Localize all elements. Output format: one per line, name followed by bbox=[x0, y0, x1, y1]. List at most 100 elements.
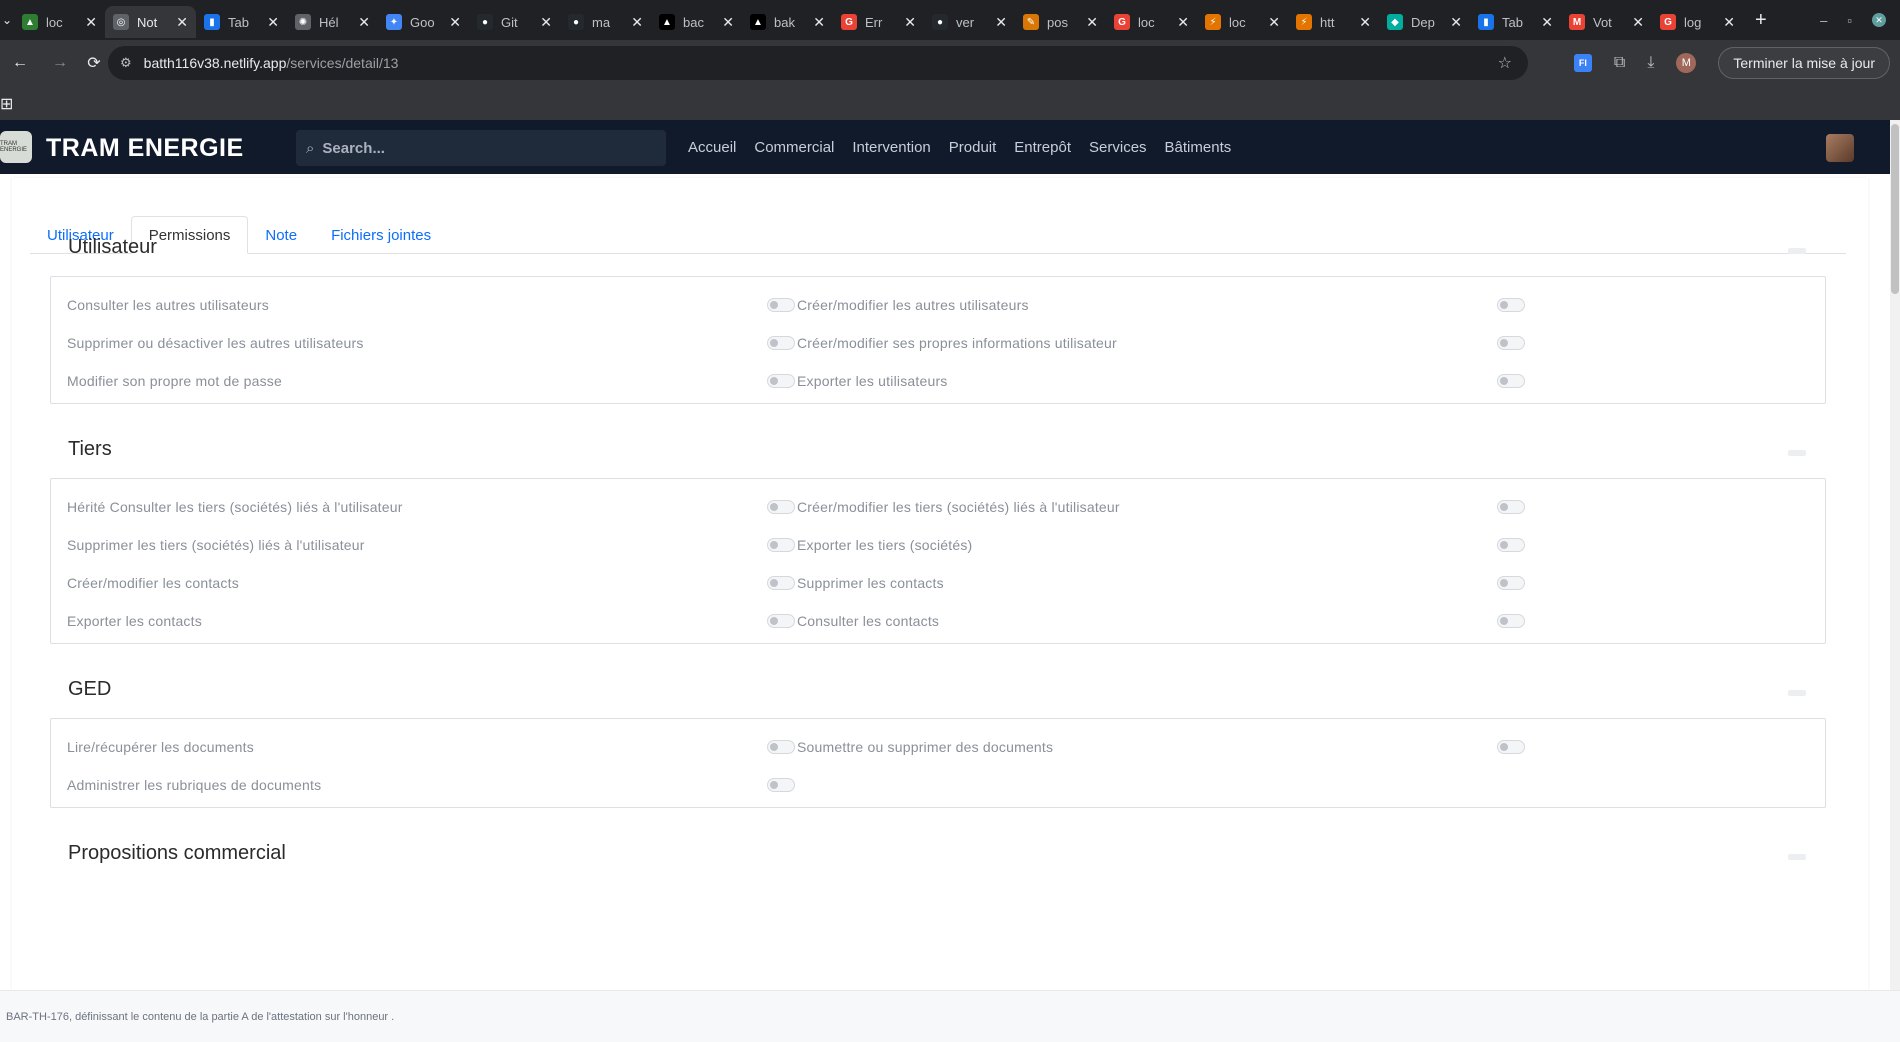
tab-close-icon[interactable]: ✕ bbox=[540, 14, 552, 31]
browser-tab[interactable]: ● ma ✕ bbox=[560, 6, 651, 38]
nav-link[interactable]: Accueil bbox=[688, 139, 736, 156]
tab-close-icon[interactable]: ✕ bbox=[85, 14, 97, 31]
browser-tab[interactable]: ▮ Tab ✕ bbox=[196, 6, 287, 38]
tab-close-icon[interactable]: ✕ bbox=[904, 14, 916, 31]
tab-favicon-icon: ✦ bbox=[386, 14, 402, 30]
nav-link[interactable]: Bâtiments bbox=[1165, 139, 1232, 156]
nav-link[interactable]: Commercial bbox=[754, 139, 834, 156]
brand-logo[interactable]: TRAM ENERGIE bbox=[0, 131, 32, 163]
new-tab-icon[interactable]: + bbox=[1755, 9, 1767, 32]
tab-close-icon[interactable]: ✕ bbox=[1177, 14, 1189, 31]
tab-close-icon[interactable]: ✕ bbox=[449, 14, 461, 31]
tab-title: log bbox=[1684, 14, 1702, 30]
permission-label: Modifier son propre mot de passe bbox=[67, 373, 282, 389]
nav-link[interactable]: Services bbox=[1089, 139, 1147, 156]
tab-close-icon[interactable]: ✕ bbox=[1450, 14, 1462, 31]
tab-close-icon[interactable]: ✕ bbox=[722, 14, 734, 31]
user-avatar[interactable] bbox=[1826, 134, 1854, 162]
page-scrollbar-thumb[interactable] bbox=[1891, 124, 1899, 294]
nav-link[interactable]: Produit bbox=[949, 139, 997, 156]
tab-close-icon[interactable]: ✕ bbox=[1268, 14, 1280, 31]
collapse-toggle-icon[interactable] bbox=[1788, 854, 1806, 860]
apps-grid-icon[interactable]: ⊞ bbox=[0, 94, 13, 114]
browser-tab[interactable]: ✺ Hél ✕ bbox=[287, 6, 378, 38]
tab-favicon-icon: ● bbox=[477, 14, 493, 30]
permission-label: Créer/modifier les autres utilisateurs bbox=[797, 297, 1029, 313]
browser-tab[interactable]: G Err ✕ bbox=[833, 6, 924, 38]
tab-close-icon[interactable]: ✕ bbox=[631, 14, 643, 31]
browser-tab[interactable]: ◆ Dep ✕ bbox=[1379, 6, 1470, 38]
tab-close-icon[interactable]: ✕ bbox=[1632, 14, 1644, 31]
permission-toggle[interactable] bbox=[767, 500, 795, 514]
tab-close-icon[interactable]: ✕ bbox=[1086, 14, 1098, 31]
permission-toggle[interactable] bbox=[767, 336, 795, 350]
tab-close-icon[interactable]: ✕ bbox=[1723, 14, 1735, 31]
tab-close-icon[interactable]: ✕ bbox=[1541, 14, 1553, 31]
puzzle-icon[interactable]: ⧉ bbox=[1614, 54, 1625, 72]
tab-close-icon[interactable]: ✕ bbox=[267, 14, 279, 31]
tab-search-icon[interactable]: ⌄ bbox=[0, 13, 14, 27]
bookmark-star-icon[interactable]: ☆ bbox=[1498, 53, 1512, 73]
permission-toggle[interactable] bbox=[767, 614, 795, 628]
browser-tab[interactable]: Glog ✕ bbox=[1652, 6, 1743, 38]
back-icon[interactable]: ← bbox=[0, 54, 40, 72]
profile-avatar[interactable]: M bbox=[1676, 53, 1697, 73]
browser-tab[interactable]: ● ver ✕ bbox=[924, 6, 1015, 38]
permission-toggle[interactable] bbox=[767, 740, 795, 754]
browser-tab[interactable]: Gloc ✕ bbox=[1106, 6, 1197, 38]
nav-link[interactable]: Intervention bbox=[852, 139, 930, 156]
permission-toggle[interactable] bbox=[1497, 576, 1525, 590]
permission-label: Créer/modifier les tiers (sociétés) liés… bbox=[797, 499, 1120, 515]
permission-toggle[interactable] bbox=[1497, 740, 1525, 754]
browser-tab[interactable]: ▲ bac ✕ bbox=[651, 6, 742, 38]
tab-favicon-icon: ⚡ bbox=[1296, 14, 1312, 30]
permission-toggle[interactable] bbox=[767, 538, 795, 552]
browser-tab[interactable]: ◎ Not ✕ bbox=[105, 6, 196, 38]
search-input[interactable] bbox=[322, 139, 623, 157]
browser-tab[interactable]: ✦ Goo ✕ bbox=[378, 6, 469, 38]
nav-link[interactable]: Entrepôt bbox=[1014, 139, 1071, 156]
browser-tab[interactable]: ⚡ htt ✕ bbox=[1288, 6, 1379, 38]
section-title: Utilisateur bbox=[68, 236, 157, 258]
permission-toggle[interactable] bbox=[1497, 336, 1525, 350]
address-bar[interactable]: ⚙ batth116v38.netlify.app/services/detai… bbox=[108, 46, 1528, 80]
restore-icon[interactable]: ▫ bbox=[1847, 13, 1852, 28]
browser-tab[interactable]: ✎ pos ✕ bbox=[1015, 6, 1106, 38]
minimize-icon[interactable]: – bbox=[1820, 13, 1827, 28]
permission-toggle[interactable] bbox=[1497, 298, 1525, 312]
browser-tab[interactable]: ● Git ✕ bbox=[469, 6, 560, 38]
extension-icon[interactable]: FI bbox=[1573, 54, 1592, 72]
permission-toggle[interactable] bbox=[767, 298, 795, 312]
browser-tab[interactable]: ⚡ loc ✕ bbox=[1197, 6, 1288, 38]
permission-toggle[interactable] bbox=[767, 576, 795, 590]
tab-close-icon[interactable]: ✕ bbox=[813, 14, 825, 31]
permission-label: Exporter les utilisateurs bbox=[797, 373, 948, 389]
tab-close-icon[interactable]: ✕ bbox=[358, 14, 370, 31]
browser-tab[interactable]: ▮ Tab ✕ bbox=[1470, 6, 1561, 38]
forward-icon[interactable]: → bbox=[40, 54, 80, 72]
tab-close-icon[interactable]: ✕ bbox=[995, 14, 1007, 31]
permission-toggle[interactable] bbox=[767, 778, 795, 792]
permission-toggle[interactable] bbox=[1497, 500, 1525, 514]
collapse-toggle-icon[interactable] bbox=[1788, 450, 1806, 456]
update-button[interactable]: Terminer la mise à jour bbox=[1718, 47, 1890, 79]
collapse-toggle-icon[interactable] bbox=[1788, 248, 1806, 254]
browser-tab[interactable]: ▲ loc ✕ bbox=[14, 6, 105, 38]
permission-toggle[interactable] bbox=[1497, 538, 1525, 552]
reload-icon[interactable]: ⟳ bbox=[80, 53, 108, 73]
tab-close-icon[interactable]: ✕ bbox=[1359, 14, 1371, 31]
site-info-icon[interactable]: ⚙ bbox=[120, 55, 132, 71]
download-icon[interactable]: ⤓ bbox=[1647, 54, 1654, 72]
collapse-toggle-icon[interactable] bbox=[1788, 690, 1806, 696]
permission-label: Supprimer les contacts bbox=[797, 575, 944, 591]
tab-favicon-icon: M bbox=[1569, 14, 1585, 30]
brand-name[interactable]: TRAM ENERGIE bbox=[46, 134, 244, 163]
permission-toggle[interactable] bbox=[767, 374, 795, 388]
permission-toggle[interactable] bbox=[1497, 614, 1525, 628]
tab-close-icon[interactable]: ✕ bbox=[176, 14, 188, 31]
permission-toggle[interactable] bbox=[1497, 374, 1525, 388]
close-window-icon[interactable]: ✕ bbox=[1872, 13, 1886, 27]
permission-label: Supprimer ou désactiver les autres utili… bbox=[67, 335, 364, 351]
browser-tab[interactable]: ▲ bak ✕ bbox=[742, 6, 833, 38]
browser-tab[interactable]: M Vot ✕ bbox=[1561, 6, 1652, 38]
